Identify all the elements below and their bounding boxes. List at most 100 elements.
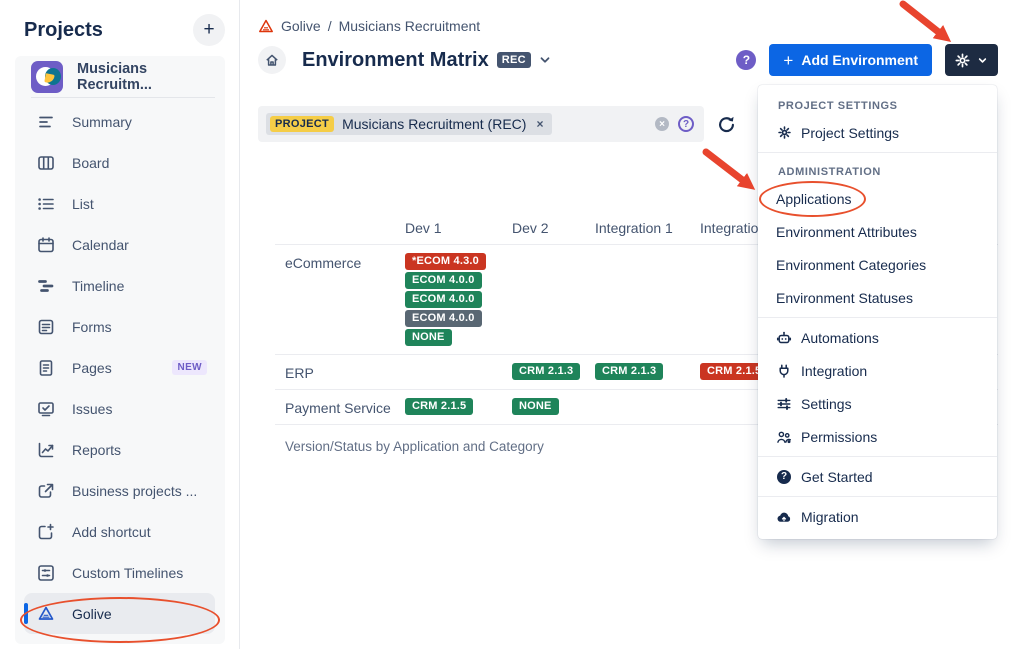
- breadcrumb-golive[interactable]: Golive: [281, 18, 321, 34]
- help-circle-icon: ?: [776, 469, 792, 485]
- version-badge[interactable]: ECOM 4.0.0: [405, 272, 482, 289]
- menu-section-project-settings: PROJECT SETTINGS: [758, 90, 997, 116]
- add-environment-button[interactable]: + Add Environment: [769, 44, 932, 76]
- divider: [758, 152, 997, 153]
- divider: [758, 456, 997, 457]
- menu-item-environment-categories[interactable]: Environment Categories: [758, 248, 997, 281]
- settings-menu-button[interactable]: [945, 44, 998, 76]
- page-header: Environment Matrix REC ? + Add Environme…: [240, 34, 1020, 76]
- gear-icon: [776, 125, 792, 141]
- project-switcher[interactable]: Musicians Recruitm...: [15, 56, 225, 97]
- project-avatar: [31, 61, 63, 93]
- filter-help-icon[interactable]: ?: [678, 116, 694, 132]
- menu-item-environment-statuses[interactable]: Environment Statuses: [758, 281, 997, 314]
- version-badge[interactable]: ECOM 4.0.0: [405, 291, 482, 308]
- sidebar-item-label: Add shortcut: [72, 524, 151, 540]
- sidebar-item-pages[interactable]: Pages NEW: [15, 347, 225, 388]
- selected-indicator: [24, 603, 28, 624]
- sidebar-item-golive[interactable]: Golive: [24, 593, 215, 634]
- version-badge[interactable]: CRM 2.1.5: [405, 398, 473, 415]
- robot-icon: [776, 330, 792, 346]
- add-project-button[interactable]: +: [193, 14, 225, 46]
- sidebar-item-label: Issues: [72, 401, 112, 417]
- version-badge[interactable]: CRM 2.1.3: [595, 363, 663, 380]
- help-button[interactable]: ?: [736, 50, 756, 70]
- projects-title: Projects: [24, 19, 103, 42]
- sidebar-item-board[interactable]: Board: [15, 142, 225, 183]
- chip-remove-icon[interactable]: ×: [536, 117, 543, 131]
- sidebar-item-add-shortcut[interactable]: Add shortcut: [15, 511, 225, 552]
- people-gear-icon: [776, 429, 792, 445]
- menu-item-settings[interactable]: Settings: [758, 387, 997, 420]
- menu-item-automations[interactable]: Automations: [758, 321, 997, 354]
- sidebar-item-label: Calendar: [72, 237, 129, 253]
- sidebar-item-summary[interactable]: Summary: [15, 101, 225, 142]
- refresh-button[interactable]: [717, 115, 736, 134]
- sidebar-item-list[interactable]: List: [15, 183, 225, 224]
- breadcrumb-project[interactable]: Musicians Recruitment: [339, 18, 481, 34]
- summary-icon: [36, 112, 56, 132]
- sidebar-item-custom-timelines[interactable]: Custom Timelines: [15, 552, 225, 593]
- version-badge[interactable]: CRM 2.1.3: [512, 363, 580, 380]
- question-icon: ?: [743, 53, 750, 67]
- custom-timelines-icon: [36, 563, 56, 583]
- menu-item-project-settings[interactable]: Project Settings: [758, 116, 997, 149]
- app-root: Projects + Musicians Recruitm... Summary: [0, 0, 1020, 649]
- sidebar-item-label: Timeline: [72, 278, 124, 294]
- sidebar: Projects + Musicians Recruitm... Summary: [0, 0, 240, 649]
- divider: [31, 97, 215, 98]
- sidebar-item-label: Custom Timelines: [72, 565, 183, 581]
- column-header-integration-1: Integration 1: [595, 220, 700, 244]
- version-badge[interactable]: NONE: [512, 398, 559, 415]
- sidebar-item-label: List: [72, 196, 94, 212]
- project-name: Musicians Recruitm...: [77, 61, 215, 93]
- sidebar-item-forms[interactable]: Forms: [15, 306, 225, 347]
- menu-item-environment-attributes[interactable]: Environment Attributes: [758, 215, 997, 248]
- sidebar-item-timeline[interactable]: Timeline: [15, 265, 225, 306]
- clear-filter-icon[interactable]: ×: [655, 117, 669, 131]
- project-filter-chip[interactable]: PROJECT Musicians Recruitment (REC) ×: [266, 113, 552, 135]
- sidebar-item-label: Forms: [72, 319, 112, 335]
- add-shortcut-icon: [36, 522, 56, 542]
- plus-icon: +: [783, 52, 793, 69]
- menu-item-integration[interactable]: Integration: [758, 354, 997, 387]
- home-button[interactable]: [258, 46, 286, 74]
- external-link-icon: [36, 481, 56, 501]
- board-icon: [36, 153, 56, 173]
- project-nav: Summary Board List: [15, 101, 225, 634]
- sidebar-item-issues[interactable]: Issues: [15, 388, 225, 429]
- divider: [758, 317, 997, 318]
- refresh-icon: [717, 115, 736, 134]
- plug-icon: [776, 363, 792, 379]
- column-header-dev-1: Dev 1: [405, 220, 512, 244]
- row-label: Payment Service: [275, 398, 405, 416]
- list-icon: [36, 194, 56, 214]
- row-label: ERP: [275, 363, 405, 381]
- version-badge[interactable]: ECOM 4.0.0: [405, 310, 482, 327]
- version-badge[interactable]: NONE: [405, 329, 452, 346]
- version-badge[interactable]: *ECOM 4.3.0: [405, 253, 486, 270]
- menu-section-administration: ADMINISTRATION: [758, 156, 997, 182]
- timeline-icon: [36, 276, 56, 296]
- chevron-down-icon: [976, 54, 989, 67]
- menu-item-migration[interactable]: Migration: [758, 500, 997, 533]
- filter-input[interactable]: PROJECT Musicians Recruitment (REC) × × …: [258, 106, 704, 142]
- sidebar-item-label: Summary: [72, 114, 132, 130]
- dashboard-switcher-chevron[interactable]: [537, 52, 553, 68]
- issues-icon: [36, 399, 56, 419]
- plus-icon: +: [203, 19, 214, 41]
- sidebar-item-label: Reports: [72, 442, 121, 458]
- sidebar-item-calendar[interactable]: Calendar: [15, 224, 225, 265]
- breadcrumb: Golive / Musicians Recruitment: [240, 0, 1020, 34]
- page-title: Environment Matrix: [302, 49, 489, 72]
- menu-item-applications[interactable]: Applications: [758, 182, 997, 215]
- new-badge: NEW: [172, 360, 207, 375]
- menu-item-permissions[interactable]: Permissions: [758, 420, 997, 453]
- sidebar-item-label: Board: [72, 155, 109, 171]
- column-header-dev-2: Dev 2: [512, 220, 595, 244]
- menu-item-get-started[interactable]: ? Get Started: [758, 460, 997, 493]
- sidebar-item-reports[interactable]: Reports: [15, 429, 225, 470]
- sidebar-item-business-projects[interactable]: Business projects ...: [15, 470, 225, 511]
- gear-icon: [954, 52, 971, 69]
- reports-icon: [36, 440, 56, 460]
